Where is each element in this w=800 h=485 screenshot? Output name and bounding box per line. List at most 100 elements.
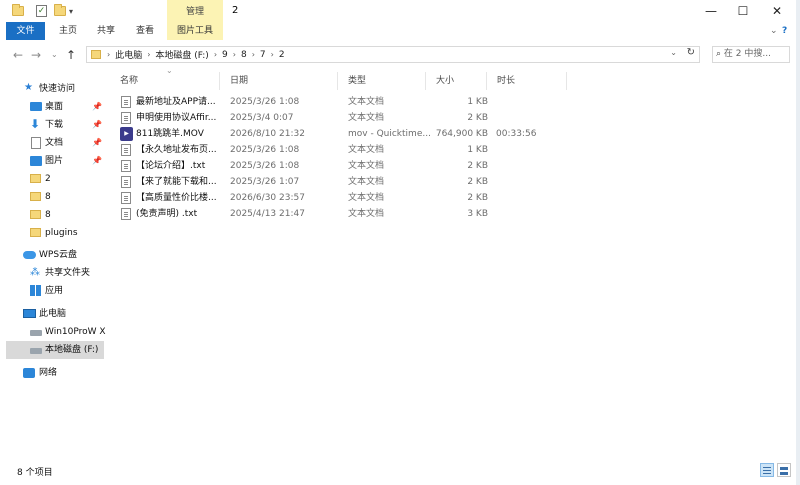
pin-icon[interactable]: 📌 <box>92 134 102 152</box>
breadcrumb-9[interactable]: 9 <box>217 50 233 60</box>
text-file-icon <box>121 160 131 172</box>
nav-network[interactable]: 网络 <box>0 364 108 382</box>
properties-icon[interactable]: ✓ <box>36 4 47 18</box>
breadcrumb-7[interactable]: 7 <box>255 50 271 60</box>
ribbon-tabs: 文件 主页 共享 查看 图片工具 ⌄ ? <box>0 22 796 40</box>
file-date: 2025/4/13 21:47 <box>230 209 305 219</box>
cloud-icon <box>23 251 36 259</box>
file-date: 2025/3/26 1:07 <box>230 177 300 187</box>
breadcrumb-drive[interactable]: 本地磁盘 (F:) <box>150 48 213 61</box>
nav-desktop[interactable]: 桌面 📌 <box>0 98 108 116</box>
up-icon[interactable]: ↑ <box>66 48 76 62</box>
maximize-button[interactable]: ☐ <box>726 0 760 22</box>
file-name: 申明使用协议Affir... <box>136 113 217 123</box>
details-view-icon[interactable] <box>760 463 774 477</box>
column-header-date[interactable]: 日期 <box>220 72 338 90</box>
close-button[interactable]: ✕ <box>760 0 794 22</box>
file-row[interactable]: 【永久地址发布页... 2025/3/26 1:08 文本文档 1 KB <box>118 142 518 158</box>
column-header-name[interactable]: 名称 <box>110 72 220 90</box>
new-folder-icon[interactable] <box>54 4 66 18</box>
explorer-window: ✓ ▾ 管理 2 — ☐ ✕ 文件 主页 共享 查看 图片工具 ⌄ ? ← → … <box>0 0 797 485</box>
column-header-type[interactable]: 类型 <box>338 72 426 90</box>
pin-icon[interactable]: 📌 <box>92 116 102 134</box>
drive-icon <box>30 348 42 354</box>
text-file-icon <box>121 144 131 156</box>
nav-drive-c[interactable]: Win10ProW X <box>0 323 108 341</box>
tab-file[interactable]: 文件 <box>6 22 45 40</box>
nav-label: 共享文件夹 <box>45 268 91 278</box>
file-name: 最新地址及APP请... <box>136 97 216 107</box>
drive-icon <box>30 330 42 336</box>
title-bar: ✓ ▾ 管理 2 — ☐ ✕ <box>0 0 796 22</box>
nav-folder-8b[interactable]: 8 <box>0 206 108 224</box>
nav-this-pc[interactable]: 此电脑 <box>0 305 108 323</box>
tab-share[interactable]: 共享 <box>90 22 122 40</box>
tab-view[interactable]: 查看 <box>129 22 161 40</box>
file-row[interactable]: 【高质量性价比楼... 2026/6/30 23:57 文本文档 2 KB <box>118 190 518 206</box>
refresh-icon[interactable]: ↻ <box>687 47 695 58</box>
nav-folder-2[interactable]: 2 <box>0 170 108 188</box>
customize-toolbar-icon[interactable]: ▾ <box>69 4 73 18</box>
ribbon-expand-icon[interactable]: ⌄ <box>770 22 778 40</box>
large-icons-view-icon[interactable] <box>777 463 791 477</box>
breadcrumb-8[interactable]: 8 <box>236 50 252 60</box>
file-type: 文本文档 <box>348 145 385 155</box>
file-row[interactable]: 【来了就能下载和... 2025/3/26 1:07 文本文档 2 KB <box>118 174 518 190</box>
window-title: 2 <box>232 5 239 16</box>
navigation-pane: ★ 快速访问 桌面 📌 ⬇ 下载 📌 文档 📌 图片 📌 2 8 8 plugi… <box>0 68 108 456</box>
pin-icon[interactable]: 📌 <box>92 98 102 116</box>
file-date: 2025/3/26 1:08 <box>230 161 300 171</box>
download-icon: ⬇ <box>30 117 41 131</box>
desktop-icon <box>30 102 42 111</box>
text-file-icon <box>121 112 131 124</box>
pin-icon[interactable]: 📌 <box>92 152 102 170</box>
nav-apps[interactable]: 应用 <box>0 282 108 300</box>
file-row[interactable]: 【论坛介绍】.txt 2025/3/26 1:08 文本文档 2 KB <box>118 158 518 174</box>
nav-label: 8 <box>45 192 51 202</box>
nav-pictures[interactable]: 图片 📌 <box>0 152 108 170</box>
file-type: 文本文档 <box>348 209 385 219</box>
forward-icon[interactable]: → <box>31 48 41 62</box>
column-header-size[interactable]: 大小 <box>426 72 487 90</box>
search-input[interactable]: ⌕ 在 2 中搜... <box>712 46 790 63</box>
tab-picture-tools[interactable]: 图片工具 <box>167 22 223 40</box>
nav-quick-access[interactable]: ★ 快速访问 <box>0 80 108 98</box>
file-row[interactable]: 最新地址及APP请... 2025/3/26 1:08 文本文档 1 KB <box>118 94 518 110</box>
file-type: 文本文档 <box>348 177 385 187</box>
folder-icon <box>12 4 24 18</box>
file-type: 文本文档 <box>348 161 385 171</box>
column-header-duration[interactable]: 时长 <box>487 72 567 90</box>
nav-folder-8a[interactable]: 8 <box>0 188 108 206</box>
nav-folder-plugins[interactable]: plugins <box>0 224 108 242</box>
file-size: 764,900 KB <box>435 129 488 139</box>
file-name: 【高质量性价比楼... <box>136 193 217 203</box>
status-bar: 8 个项目 <box>0 456 796 485</box>
nav-label: 应用 <box>45 286 64 296</box>
nav-shared-folder[interactable]: ⁂ 共享文件夹 <box>0 264 108 282</box>
file-type: 文本文档 <box>348 113 385 123</box>
documents-icon <box>31 137 41 149</box>
chevron-down-icon[interactable]: ⌄ <box>670 48 677 57</box>
file-name: 【来了就能下载和... <box>136 177 217 187</box>
address-bar[interactable]: › 此电脑 › 本地磁盘 (F:) › 9 › 8 › 7 › 2 ⌄ ↻ <box>86 46 700 63</box>
manage-tab[interactable]: 管理 <box>167 0 223 22</box>
nav-wps-cloud[interactable]: WPS云盘 <box>0 246 108 264</box>
breadcrumb-this-pc[interactable]: 此电脑 <box>110 48 147 61</box>
file-size: 2 KB <box>467 113 488 123</box>
minimize-button[interactable]: — <box>694 0 728 22</box>
recent-locations-icon[interactable]: ⌄ <box>51 50 58 59</box>
file-row[interactable]: ▶ 811跳跳羊.MOV 2026/8/10 21:32 mov - Quicktim… <box>118 126 536 142</box>
nav-downloads[interactable]: ⬇ 下载 📌 <box>0 116 108 134</box>
nav-label: plugins <box>45 228 78 238</box>
back-icon[interactable]: ← <box>13 48 23 62</box>
file-size: 2 KB <box>467 193 488 203</box>
item-count: 8 个项目 <box>17 468 53 478</box>
file-row[interactable]: (免责声明) .txt 2025/4/13 21:47 文本文档 3 KB <box>118 206 518 222</box>
file-row[interactable]: 申明使用协议Affir... 2025/3/4 0:07 文本文档 2 KB <box>118 110 518 126</box>
nav-documents[interactable]: 文档 📌 <box>0 134 108 152</box>
tab-home[interactable]: 主页 <box>52 22 84 40</box>
breadcrumb-2[interactable]: 2 <box>274 50 290 60</box>
file-type: 文本文档 <box>348 97 385 107</box>
help-icon[interactable]: ? <box>782 22 787 40</box>
nav-drive-f[interactable]: 本地磁盘 (F:) <box>6 341 104 359</box>
